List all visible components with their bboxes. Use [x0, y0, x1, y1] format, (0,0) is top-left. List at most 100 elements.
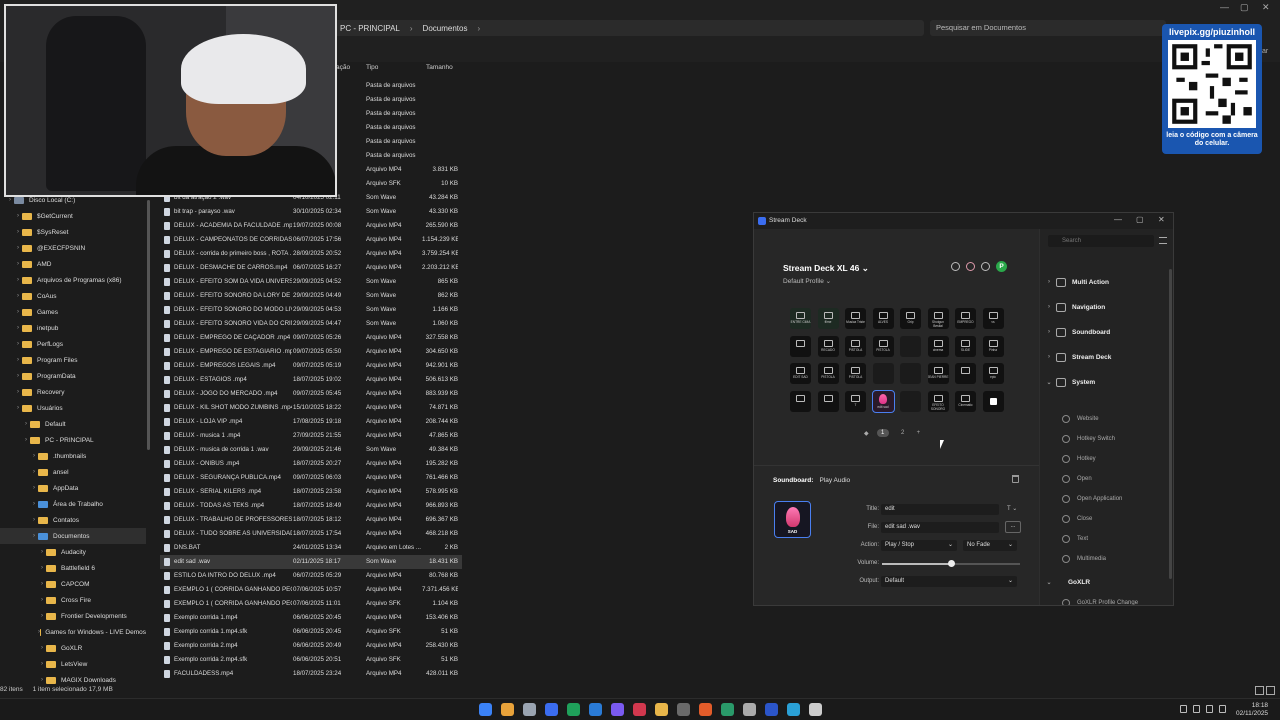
deck-key[interactable]: SLIDE	[955, 335, 976, 357]
nav-item[interactable]: › Documentos	[0, 528, 146, 544]
nav-item[interactable]: › Battlefield 6	[0, 560, 146, 576]
file-row[interactable]: DELUX - EMPREGO DE ESTAGIARIO .mp4 09/07/…	[160, 345, 462, 359]
chevron-right-icon[interactable]: ›	[30, 485, 38, 491]
action-item[interactable]: GoXLR Profile Change	[1040, 593, 1164, 605]
chevron-right-icon[interactable]: ›	[14, 373, 22, 379]
tiles-view-icon[interactable]	[1266, 686, 1275, 695]
category-goxlr[interactable]: ⌄ GoXLR	[1040, 571, 1164, 593]
deck-key[interactable]: Cinematic	[955, 390, 976, 412]
nav-item[interactable]: › ansel	[0, 464, 146, 480]
search-input[interactable]: Pesquisar em Documentos	[930, 20, 1166, 36]
file-row[interactable]: DELUX - corrida do primeiro boss , ROTA …	[160, 247, 462, 261]
deck-key[interactable]	[955, 363, 976, 384]
file-row[interactable]: DELUX - ESTAGIOS .mp4 18/07/2025 19:02 Arq…	[160, 373, 462, 387]
avatar[interactable]: P	[996, 261, 1007, 272]
taskbar-app-icon[interactable]	[589, 703, 602, 716]
file-row[interactable]: DELUX - EMPREGOS LEGAIS .mp4 09/07/2025 0…	[160, 359, 462, 373]
chevron-right-icon[interactable]: ›	[38, 549, 46, 555]
deck-key[interactable]	[900, 363, 921, 384]
nav-item[interactable]: › Audacity	[0, 544, 146, 560]
nav-item[interactable]: › AMD	[0, 256, 146, 272]
device-selector[interactable]: Stream Deck XL 46 ⌄	[783, 263, 869, 274]
file-row[interactable]: Exemplo corrida 1.mp4 06/06/2025 20:45 Arq…	[160, 611, 462, 625]
nav-item[interactable]: › ProgramData	[0, 368, 146, 384]
breadcrumb-pc[interactable]: PC - PRINCIPAL	[340, 24, 400, 33]
action-item[interactable]: Hotkey Switch	[1040, 429, 1164, 449]
close-icon[interactable]: ✕	[1158, 215, 1165, 224]
nav-item[interactable]: › .thumbnails	[0, 448, 146, 464]
deck-key[interactable]: epic	[982, 363, 1004, 384]
nav-item[interactable]: › inetpub	[0, 320, 146, 336]
file-row[interactable]: DELUX - TODAS AS TEKS .mp4 18/07/2025 18:…	[160, 499, 462, 513]
deck-key[interactable]	[872, 363, 894, 384]
nav-item[interactable]: › PerfLogs	[0, 336, 146, 352]
chevron-right-icon[interactable]: ›	[14, 229, 22, 235]
actions-search-input[interactable]: Search	[1048, 235, 1154, 247]
browse-button[interactable]: ...	[1005, 521, 1021, 533]
chevron-right-icon[interactable]: ›	[6, 197, 14, 203]
deck-key[interactable]	[790, 335, 811, 357]
taskbar-app-icon[interactable]	[655, 703, 668, 716]
taskbar-app-icon[interactable]	[743, 703, 756, 716]
action-select[interactable]: Play / Stop ⌄	[881, 540, 957, 551]
taskbar-app-icon[interactable]	[567, 703, 580, 716]
nav-item[interactable]: › Frontier Developments	[0, 608, 146, 624]
deck-key[interactable]: Grip	[900, 308, 921, 329]
deck-key[interactable]	[790, 390, 811, 412]
gear-icon[interactable]	[981, 262, 990, 271]
chevron-right-icon[interactable]: ›	[14, 405, 22, 411]
file-row[interactable]: Exemplo corrida 2.mp4.sfk 06/06/2025 20:5…	[160, 653, 462, 667]
deck-key[interactable]: PISTOLA	[845, 363, 866, 384]
chevron-right-icon[interactable]: ›	[38, 661, 46, 667]
file-row[interactable]: DELUX - ACADEMIA DA FACULDADE .mp4 19/07/…	[160, 219, 462, 233]
nav-item[interactable]: › AppData	[0, 480, 146, 496]
deck-key[interactable]: T	[845, 390, 866, 412]
text-format-icon[interactable]: T ⌄	[1007, 505, 1017, 512]
file-row[interactable]: Exemplo corrida 2.mp4 06/06/2025 20:49 Arq…	[160, 639, 462, 653]
file-row[interactable]: DELUX - musica 1 .mp4 27/09/2025 21:55 Arq…	[160, 429, 462, 443]
file-row[interactable]: DELUX - EFEITO SONORO VIDA DO CRIM... 29/…	[160, 317, 462, 331]
nav-item[interactable]: › Default	[0, 416, 146, 432]
file-row[interactable]: DELUX - SEGURANÇA PUBLICA.mp4 09/07/2025 …	[160, 471, 462, 485]
volume-knob[interactable]	[948, 560, 955, 567]
deck-key[interactable]: Shotgun Bestial	[927, 308, 949, 329]
nav-item[interactable]: › PC - PRINCIPAL	[0, 432, 146, 448]
deck-key[interactable]: EDIT SAD	[790, 363, 811, 384]
key-preview[interactable]: SAD	[774, 501, 811, 538]
sort-label[interactable]: ar	[1262, 48, 1268, 55]
view-toggle[interactable]	[1255, 686, 1277, 696]
file-row[interactable]: DNS.BAT 24/01/2025 13:34 Arquivo em Lotes …	[160, 541, 462, 555]
nav-scrollbar[interactable]	[147, 200, 150, 450]
chevron-right-icon[interactable]: ›	[14, 357, 22, 363]
maximize-icon[interactable]: ▢	[1136, 215, 1144, 224]
add-page-icon[interactable]: +	[917, 430, 921, 436]
file-row[interactable]: DELUX - musica de corrida 1 .wav 29/09/20…	[160, 443, 462, 457]
nav-item[interactable]: › Games	[0, 304, 146, 320]
chevron-right-icon[interactable]: ›	[38, 565, 46, 571]
file-row[interactable]: DELUX - EFEITO SOM DA VIDA UNIVERS... 29/…	[160, 275, 462, 289]
file-row[interactable]: DELUX - JOGO DO MERCADO .mp4 09/07/2025 0…	[160, 387, 462, 401]
nav-item[interactable]: › Contatos	[0, 512, 146, 528]
deck-key[interactable]	[817, 390, 839, 412]
chevron-right-icon[interactable]: ›	[30, 501, 38, 507]
nav-item[interactable]: › Área de Trabalho	[0, 496, 146, 512]
file-input[interactable]: edit sad .wav	[881, 522, 999, 533]
prev-page-icon[interactable]: ◆	[864, 430, 869, 437]
action-item[interactable]: Text	[1040, 529, 1164, 549]
file-row[interactable]: DELUX - EFEITO SONORO DA LORY DE P... 29/…	[160, 289, 462, 303]
title-input[interactable]: edit	[881, 504, 999, 515]
minimize-icon[interactable]: —	[1114, 215, 1122, 224]
breadcrumb-documentos[interactable]: Documentos	[423, 24, 468, 33]
trash-icon[interactable]	[1012, 475, 1019, 483]
column-type[interactable]: Tipo	[366, 64, 378, 76]
chevron-right-icon[interactable]: ›	[14, 293, 22, 299]
file-row[interactable]: Exemplo corrida 1.mp4.sfk 06/06/2025 20:4…	[160, 625, 462, 639]
nav-item[interactable]: › GoXLR	[0, 640, 146, 656]
category-multi-action[interactable]: › Multi Action	[1040, 271, 1164, 293]
chevron-right-icon[interactable]: ›	[14, 261, 22, 267]
action-item[interactable]: Hotkey	[1040, 449, 1164, 469]
chevron-right-icon[interactable]: ›	[14, 213, 22, 219]
chevron-right-icon[interactable]: ›	[14, 277, 22, 283]
nav-item[interactable]: › CoAus	[0, 288, 146, 304]
chevron-up-icon[interactable]	[1180, 705, 1187, 713]
